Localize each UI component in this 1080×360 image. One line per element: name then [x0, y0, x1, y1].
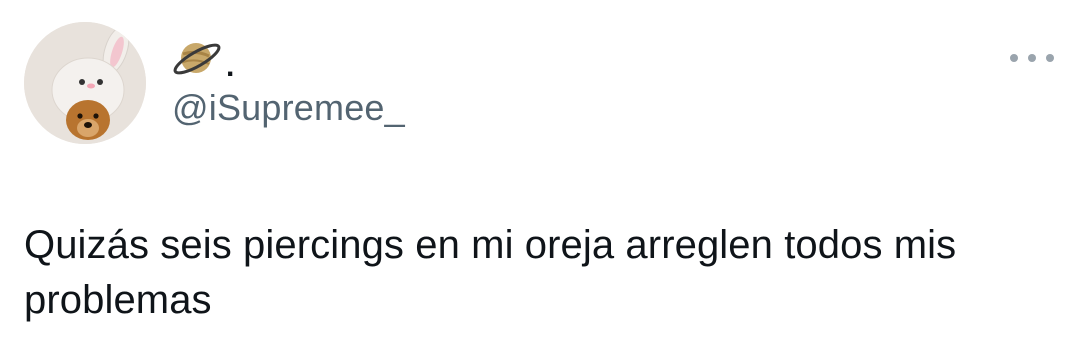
- dot: [1028, 54, 1036, 62]
- avatar[interactable]: [24, 22, 146, 144]
- dot: [1010, 54, 1018, 62]
- display-name-suffix: .: [226, 50, 235, 83]
- dot: [1046, 54, 1054, 62]
- tweet-card: . @iSupremee_ Quizás seis piercings en m…: [0, 0, 1080, 360]
- avatar-image: [24, 22, 146, 144]
- display-name[interactable]: .: [170, 32, 234, 82]
- tweet-text: Quizás seis piercings en mi oreja arregl…: [24, 223, 957, 322]
- more-dots-icon[interactable]: [1010, 48, 1054, 68]
- user-handle[interactable]: @iSupremee_: [172, 86, 405, 130]
- ringed-planet-icon: [173, 43, 221, 75]
